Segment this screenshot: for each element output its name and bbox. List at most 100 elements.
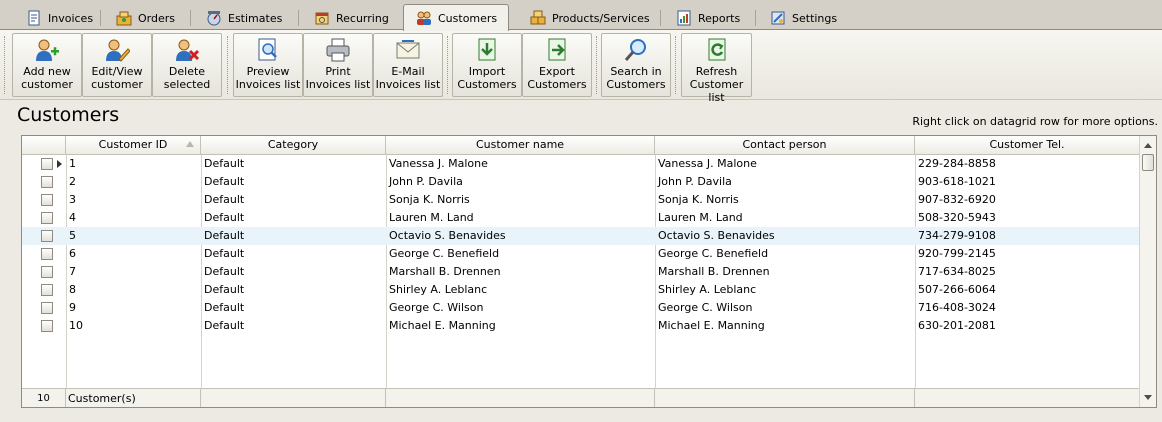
- export-customers-button[interactable]: Export Customers: [522, 33, 592, 97]
- print-invoices-list-label: Print Invoices list: [305, 65, 371, 91]
- cell-contact-person: Marshall B. Drennen: [658, 265, 770, 278]
- table-row[interactable]: 3 Default Sonja K. Norris Sonja K. Norri…: [22, 191, 1139, 209]
- cell-contact-person: Sonja K. Norris: [658, 193, 739, 206]
- tab-recurring[interactable]: Recurring: [306, 7, 389, 29]
- toolbar-grip[interactable]: [4, 36, 7, 94]
- row-checkbox[interactable]: [41, 284, 53, 296]
- scroll-up-icon[interactable]: [1144, 143, 1152, 148]
- cell-customer-id: 3: [69, 193, 76, 206]
- cell-category: Default: [204, 229, 245, 242]
- cell-category: Default: [204, 175, 245, 188]
- cell-customer-name: George C. Benefield: [389, 247, 500, 260]
- row-checkbox[interactable]: [41, 212, 53, 224]
- row-checkbox[interactable]: [41, 266, 53, 278]
- table-row[interactable]: 6 Default George C. Benefield George C. …: [22, 245, 1139, 263]
- row-checkbox[interactable]: [41, 194, 53, 206]
- import-icon: [474, 37, 500, 63]
- cell-customer-tel: 716-408-3024: [918, 301, 996, 314]
- row-checkbox[interactable]: [41, 176, 53, 188]
- customers-datagrid[interactable]: Customer ID Category Customer name Conta…: [21, 135, 1157, 408]
- header-category[interactable]: Category: [201, 136, 386, 154]
- cell-customer-id: 9: [69, 301, 76, 314]
- header-contact-person[interactable]: Contact person: [655, 136, 915, 154]
- tab-divider: [298, 10, 299, 26]
- email-invoices-list-label: E-Mail Invoices list: [375, 65, 441, 91]
- edit-view-customer-button[interactable]: Edit/View customer: [82, 33, 152, 97]
- header-customer-name[interactable]: Customer name: [386, 136, 655, 154]
- table-row[interactable]: 8 Default Shirley A. Leblanc Shirley A. …: [22, 281, 1139, 299]
- tab-settings[interactable]: Settings: [762, 7, 837, 29]
- cell-category: Default: [204, 265, 245, 278]
- scroll-thumb[interactable]: [1142, 154, 1154, 171]
- tab-reports[interactable]: Reports: [668, 7, 740, 29]
- cell-customer-tel: 717-634-8025: [918, 265, 996, 278]
- cell-contact-person: Shirley A. Leblanc: [658, 283, 757, 296]
- delete-selected-button[interactable]: Delete selected: [152, 33, 222, 97]
- table-row[interactable]: 2 Default John P. Davila John P. Davila …: [22, 173, 1139, 191]
- tab-orders[interactable]: Orders: [108, 7, 175, 29]
- vertical-scrollbar[interactable]: [1139, 136, 1156, 407]
- header-customer-id[interactable]: Customer ID: [66, 136, 201, 154]
- cell-customer-tel: 907-832-6920: [918, 193, 996, 206]
- cell-contact-person: George C. Benefield: [658, 247, 769, 260]
- cell-category: Default: [204, 157, 245, 170]
- toolbar-grip[interactable]: [596, 36, 599, 94]
- cell-customer-id: 8: [69, 283, 76, 296]
- toolbar-grip[interactable]: [675, 36, 678, 94]
- tab-invoices[interactable]: Invoices: [18, 7, 93, 29]
- tab-divider: [755, 10, 756, 26]
- import-customers-button[interactable]: Import Customers: [452, 33, 522, 97]
- table-row[interactable]: 10 Default Michael E. Manning Michael E.…: [22, 317, 1139, 335]
- products-icon: [530, 10, 546, 26]
- row-checkbox[interactable]: [41, 302, 53, 314]
- row-checkbox[interactable]: [41, 230, 53, 242]
- tab-customers[interactable]: Customers: [403, 4, 509, 31]
- email-icon: [395, 37, 421, 63]
- cell-customer-name: Marshall B. Drennen: [389, 265, 501, 278]
- toolbar-grip[interactable]: [447, 36, 450, 94]
- refresh-customer-list-button[interactable]: Refresh Customer list: [681, 33, 752, 104]
- tab-label: Invoices: [48, 11, 94, 25]
- cell-contact-person: Lauren M. Land: [658, 211, 743, 224]
- search-icon: [623, 37, 649, 63]
- toolbar: Add new customer Edit/View customer Dele…: [0, 30, 1162, 104]
- table-row[interactable]: 1 Default Vanessa J. Malone Vanessa J. M…: [22, 155, 1139, 173]
- tab-label: Recurring: [336, 11, 389, 25]
- cell-customer-name: Octavio S. Benavides: [389, 229, 506, 242]
- tab-label: Estimates: [228, 11, 283, 25]
- cell-customer-tel: 508-320-5943: [918, 211, 996, 224]
- preview-invoices-list-button[interactable]: Preview Invoices list: [233, 33, 303, 97]
- tab-estimates[interactable]: Estimates: [198, 7, 282, 29]
- print-invoices-list-button[interactable]: Print Invoices list: [303, 33, 373, 97]
- cell-contact-person: John P. Davila: [658, 175, 732, 188]
- grid-footer: 10 Customer(s): [22, 388, 1139, 407]
- tab-divider: [660, 10, 661, 26]
- table-row[interactable]: 9 Default George C. Wilson George C. Wil…: [22, 299, 1139, 317]
- tab-products-services[interactable]: Products/Services: [522, 7, 650, 29]
- table-row[interactable]: 5 Default Octavio S. Benavides Octavio S…: [22, 227, 1139, 245]
- tab-label: Customers: [438, 11, 498, 25]
- header-customer-tel[interactable]: Customer Tel.: [915, 136, 1139, 154]
- search-in-customers-button[interactable]: Search in Customers: [601, 33, 671, 97]
- page-title: Customers: [17, 104, 120, 126]
- cell-customer-id: 4: [69, 211, 76, 224]
- cell-category: Default: [204, 283, 245, 296]
- email-invoices-list-button[interactable]: E-Mail Invoices list: [373, 33, 443, 97]
- add-new-customer-button[interactable]: Add new customer: [12, 33, 82, 97]
- scroll-down-icon[interactable]: [1144, 395, 1152, 400]
- table-row[interactable]: 7 Default Marshall B. Drennen Marshall B…: [22, 263, 1139, 281]
- cell-customer-name: Michael E. Manning: [389, 319, 496, 332]
- cell-customer-id: 10: [69, 319, 83, 332]
- row-checkbox[interactable]: [41, 158, 53, 170]
- row-checkbox[interactable]: [41, 248, 53, 260]
- toolbar-grip[interactable]: [227, 36, 230, 94]
- preview-icon: [255, 37, 281, 63]
- footer-count-label: Customer(s): [66, 389, 201, 407]
- tab-label: Products/Services: [552, 11, 650, 25]
- grid-header: Customer ID Category Customer name Conta…: [22, 136, 1139, 155]
- row-checkbox[interactable]: [41, 320, 53, 332]
- search-in-customers-label: Search in Customers: [606, 65, 666, 91]
- footer-cell: [386, 389, 655, 407]
- table-row[interactable]: 4 Default Lauren M. Land Lauren M. Land …: [22, 209, 1139, 227]
- cell-customer-id: 7: [69, 265, 76, 278]
